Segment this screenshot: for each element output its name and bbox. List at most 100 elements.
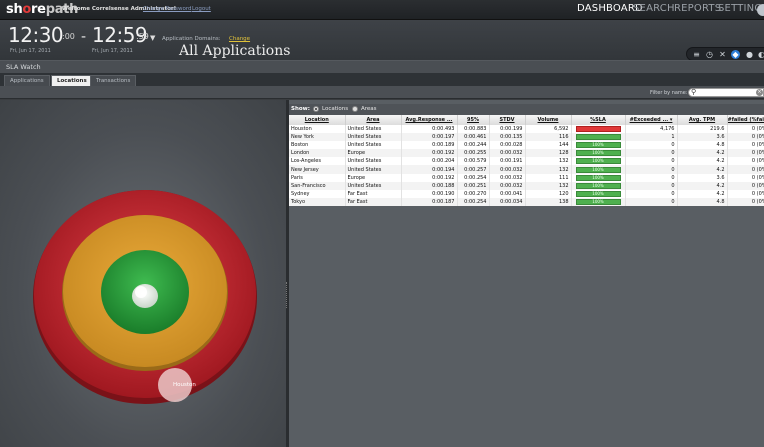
col-sla-cell: 100% — [571, 165, 626, 174]
col-failed-cell: 0 (0% — [727, 189, 764, 198]
col-area-cell: Europe — [345, 149, 402, 158]
col-avg-tpm-cell: 4.2 — [677, 181, 728, 190]
sla-bar: 100% — [575, 166, 621, 173]
col-sla-cell: 100% — [571, 173, 626, 182]
radar-icon[interactable]: ◆ — [731, 50, 740, 59]
col-exceeded-cell: 0 — [625, 197, 678, 206]
col-failed-cell: 0 (0% — [727, 173, 764, 182]
col-avg-tpm-header[interactable]: Avg. TPM — [677, 115, 728, 125]
col-location-cell: Los-Angeles — [289, 157, 346, 166]
table-row[interactable]: Sydney Far East 0:00.190 0:00.270 0:00.041 12… — [289, 189, 764, 198]
col-sla-cell: 100% — [571, 197, 626, 206]
sla-bar-label: 100% — [592, 142, 604, 148]
sla-bar: 100% — [575, 150, 621, 157]
col-exceeded-cell: 0 — [625, 189, 678, 198]
radio-locations[interactable] — [313, 106, 319, 112]
logout-link[interactable]: Logout — [192, 6, 211, 12]
col-volume-cell: 128 — [525, 149, 572, 158]
col-volume-cell: 132 — [525, 181, 572, 190]
filter-input[interactable]: ⚲ × — [688, 88, 764, 97]
col-location-cell: Houston — [289, 125, 346, 134]
col-volume-cell: 132 — [525, 157, 572, 166]
col-sla-cell: 100% — [571, 157, 626, 166]
col-location-header[interactable]: Location — [289, 115, 346, 125]
table-row[interactable]: Houston United States 0:00.493 0:00.883 0:00… — [289, 125, 764, 134]
col-avg-response-cell: 0:00.493 — [401, 125, 458, 134]
col-exceeded-cell: 0 — [625, 149, 678, 158]
sla-bar-label: 100% — [592, 182, 604, 188]
col-95pct-header[interactable]: 95% — [457, 115, 490, 125]
help-icon[interactable] — [757, 4, 764, 16]
sla-bar: 100% — [575, 190, 621, 197]
radio-areas-label: Areas — [361, 106, 377, 112]
time-separator: - — [81, 29, 87, 45]
col-stdv-cell: 0:00.041 — [489, 189, 526, 198]
col-sla-cell: 100% — [571, 149, 626, 158]
end-date: Fri, Jun 17, 2011 — [92, 48, 133, 54]
col-exceeded-cell: 0 — [625, 165, 678, 174]
table-row[interactable]: London Europe 0:00.192 0:00.255 0:00.032 128 1… — [289, 149, 764, 158]
col-volume-cell: 116 — [525, 133, 572, 142]
col-area-cell: United States — [345, 141, 402, 150]
tab-applications[interactable]: Applications — [4, 75, 50, 86]
table-row[interactable]: New Jersey United States 0:00.194 0:00.257 0… — [289, 165, 764, 174]
col-failed-cell: 0 (0% — [727, 165, 764, 174]
col-avg-response-cell: 0:00.197 — [401, 133, 458, 142]
table-row[interactable]: Los-Angeles United States 0:00.204 0:00.579… — [289, 157, 764, 166]
col-avg-tpm-cell: 3.6 — [677, 133, 728, 142]
sla-bar-label: 100% — [592, 190, 604, 196]
col-failed-cell: 0 (0% — [727, 133, 764, 142]
nav-search[interactable]: SEARCH — [633, 3, 675, 14]
change-password-link[interactable]: Change Password — [143, 6, 192, 12]
table-row[interactable]: Paris Europe 0:00.192 0:00.254 0:00.032 111 10… — [289, 173, 764, 182]
col-sla-header[interactable]: %SLA — [571, 115, 626, 125]
domains-change-link[interactable]: Change — [229, 36, 250, 42]
list-icon[interactable]: ≡ — [692, 50, 701, 59]
sla-bar-label: 100% — [592, 150, 604, 156]
col-location-cell: Paris — [289, 173, 346, 182]
col-avg-tpm-cell: 4.2 — [677, 189, 728, 198]
globe-icon[interactable]: ● — [745, 50, 754, 59]
clock-icon[interactable]: ◷ — [705, 50, 714, 59]
col-stdv-header[interactable]: STDV — [489, 115, 526, 125]
col-area-header[interactable]: Area — [345, 115, 402, 125]
col-95pct-cell: 0:00.579 — [457, 157, 490, 166]
options-icon[interactable]: ◐ — [757, 50, 764, 59]
col-avg-response-cell: 0:00.190 — [401, 189, 458, 198]
time-dropdown-icon[interactable]: ▼ — [150, 34, 155, 42]
tab-transactions[interactable]: Transactions — [90, 75, 137, 86]
col-failed-header[interactable]: #failed (%failed) — [727, 115, 764, 125]
table-row[interactable]: Boston United States 0:00.189 0:00.244 0:00.… — [289, 141, 764, 150]
tab-locations[interactable]: Locations — [51, 75, 93, 86]
location-bubble-label: Houston — [173, 382, 196, 388]
col-exceeded-cell: 0 — [625, 141, 678, 150]
nav-reports[interactable]: REPORTS — [674, 3, 721, 14]
start-time[interactable]: 12:30 — [8, 23, 64, 47]
col-stdv-cell: 0:00.032 — [489, 149, 526, 158]
col-avg-tpm-cell: 4.2 — [677, 149, 728, 158]
col-avg-response-header[interactable]: Avg.Response ... — [401, 115, 458, 125]
locations-table-wrap: Show: Locations Areas Location Area Avg.Re… — [289, 104, 764, 206]
col-exceeded-header[interactable]: #Exceeded ... ▾ — [625, 115, 678, 125]
col-location-cell: San-Francisco — [289, 181, 346, 190]
col-volume-header[interactable]: Volume — [525, 115, 572, 125]
table-row[interactable]: San-Francisco United States 0:00.188 0:00.2… — [289, 181, 764, 190]
table-row[interactable]: New York United States 0:00.197 0:00.461 0:0… — [289, 133, 764, 142]
col-failed-cell: 0 (0% — [727, 141, 764, 150]
col-exceeded-cell: 0 — [625, 157, 678, 166]
col-95pct-cell: 0:00.244 — [457, 141, 490, 150]
col-avg-response-cell: 0:00.192 — [401, 149, 458, 158]
radio-areas[interactable] — [352, 106, 358, 112]
col-avg-response-cell: 0:00.187 — [401, 197, 458, 206]
col-avg-response-cell: 0:00.189 — [401, 141, 458, 150]
col-95pct-cell: 0:00.254 — [457, 173, 490, 182]
time-range-header: 12:30 :00 Fri, Jun 17, 2011 - 12:59 :59 … — [0, 20, 764, 61]
network-icon[interactable]: ✕ — [718, 50, 727, 59]
col-95pct-cell: 0:00.251 — [457, 181, 490, 190]
clear-icon[interactable]: × — [756, 89, 763, 96]
sla-bar: 100% — [575, 182, 621, 189]
domains-label: Application Domains: — [162, 36, 221, 42]
col-volume-cell: 6,592 — [525, 125, 572, 134]
col-avg-tpm-cell: 4.2 — [677, 157, 728, 166]
table-row[interactable]: Tokyo Far East 0:00.187 0:00.254 0:00.034 138… — [289, 197, 764, 206]
